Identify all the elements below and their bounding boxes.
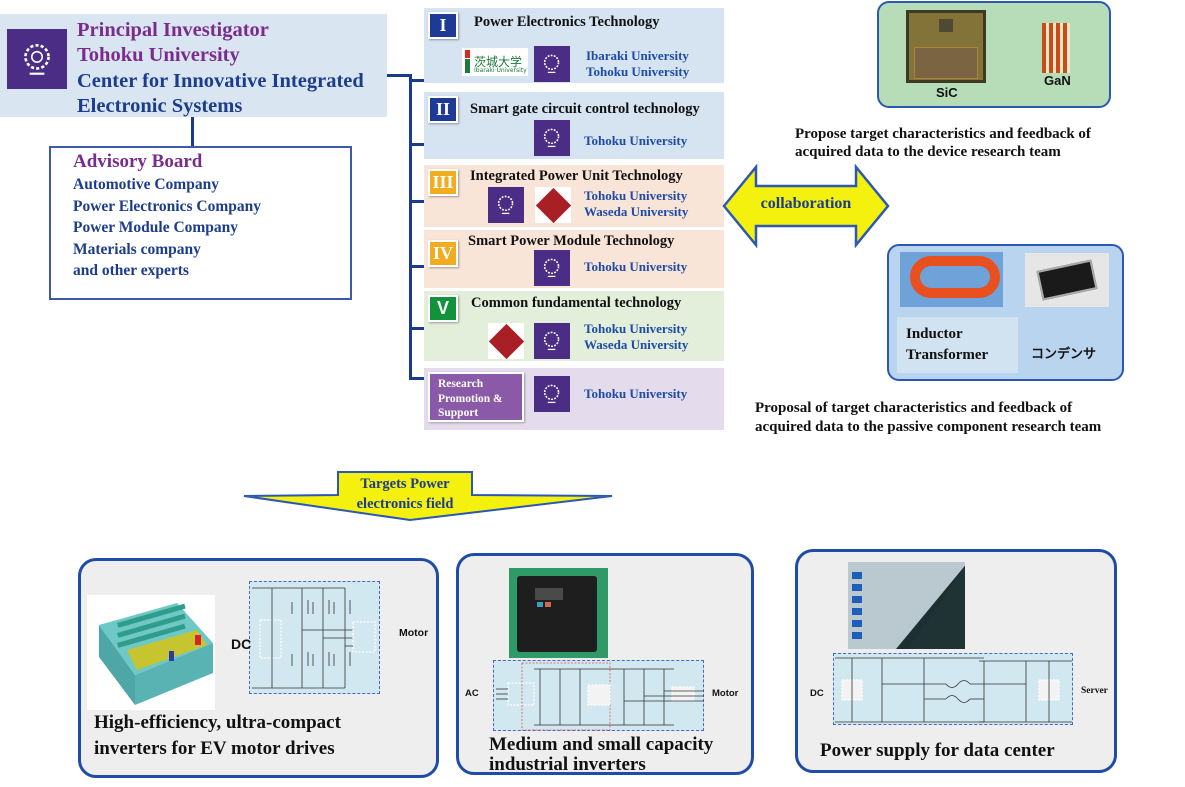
pi-center-line2: Electronic Systems [77,95,243,117]
tohoku-university-logo-icon [534,250,570,286]
connector-tree-trunk [409,74,412,380]
university-name: Tohoku University [584,321,688,336]
tohoku-university-logo-icon [488,187,524,223]
sic-chip-image [906,10,986,83]
industrial-inverter-circuit-diagram [493,660,704,731]
numeral-badge: IV [428,240,458,267]
advisory-member: Materials company [73,241,201,258]
device-caption-line2: acquired data to the device research tea… [795,144,1061,160]
targets-arrow-label: Targets Power electronics field [356,476,454,512]
collaboration-label: collaboration [760,195,852,212]
device-caption-line1: Propose target characteristics and feedb… [795,126,1091,142]
pi-university: Tohoku University [77,44,240,66]
university-name: Tohoku University [584,386,688,401]
connector-branch-2 [409,143,425,146]
advisory-member: and other experts [73,262,189,279]
application-panel-ev: DC Motor High-efficiency, ultra-compact … [78,558,439,778]
ev-inverter-circuit-diagram [249,581,380,694]
circuit-input-label: DC [231,636,252,652]
application-panel-data-center: DC Server Power supply for data center [795,549,1117,773]
capacitor-image [1025,253,1109,307]
data-center-image [848,562,965,649]
numeral-badge: I [428,12,458,39]
university-name: Tohoku University [584,133,688,148]
research-group-2: II Smart gate circuit control technology… [424,92,724,159]
research-group-5: V Common fundamental technology Tohoku U… [424,291,724,361]
capacitor-label: コンデンサ [1031,347,1097,362]
ibaraki-university-logo-icon: 茨城大学 Ibaraki University [462,48,528,76]
tohoku-university-logo-icon [534,46,570,82]
inductor-label: Inductor [906,326,963,342]
gan-chip-image [1042,23,1070,73]
passive-component-team-box: Inductor Transformer コンデンサ [887,244,1124,381]
application-panel-industrial: AC Motor Medium and small capacity indus… [456,553,754,775]
connector-pi-advisory [191,117,194,147]
research-group-1: I Power Electronics Technology 茨城大学 Ibar… [424,8,724,83]
university-name: Waseda University [584,337,689,352]
research-group-title: Smart Power Module Technology [468,233,675,249]
university-name: Tohoku University [584,188,688,203]
advisory-board-box: Advisory Board Automotive Company Power … [49,146,352,300]
connector-branch-5 [409,327,425,330]
waseda-university-logo-icon [488,323,524,359]
advisory-member: Power Electronics Company [73,198,261,215]
circuit-input-label: DC [810,688,824,699]
circuit-output-label: Server [1081,686,1108,696]
advisory-board-title: Advisory Board [73,151,203,172]
connector-branch-6 [409,377,425,380]
inductor-image [900,252,1003,307]
application-title-line2: industrial inverters [489,754,646,775]
passive-caption-line2: acquired data to the passive component r… [755,419,1102,435]
numeral-badge: II [428,96,458,123]
connector-branch-3 [409,200,425,203]
research-group-title: Power Electronics Technology [474,14,660,30]
research-group-title: Integrated Power Unit Technology [470,168,683,184]
research-group-title: Smart gate circuit control technology [470,101,700,117]
tohoku-university-logo-icon [534,376,570,412]
connector-branch-4 [409,265,425,268]
advisory-member: Power Module Company [73,219,239,236]
device-label-sic: SiC [936,85,958,100]
connector-pi-tree [387,74,411,77]
university-name: Ibaraki University [586,48,689,63]
university-name: Tohoku University [586,64,690,79]
circuit-output-label: Motor [399,627,429,639]
industrial-inverter-image [509,568,608,658]
ev-inverter-3d-image [87,595,215,710]
research-promotion-badge: Research Promotion & Support [428,372,524,422]
device-team-box: SiC GaN [877,1,1111,108]
research-group-4: IV Smart Power Module Technology Tohoku … [424,230,724,288]
research-group-title: Common fundamental technology [471,295,682,311]
circuit-output-label: Motor [712,688,739,699]
principal-investigator-box: Principal Investigator Tohoku University… [0,14,387,117]
waseda-university-logo-icon [535,187,571,223]
research-group-support: Research Promotion & Support Tohoku Univ… [424,368,724,430]
numeral-badge: III [428,169,458,196]
pi-title: Principal Investigator [77,19,269,41]
device-label-gan: GaN [1044,73,1071,88]
research-group-3: III Integrated Power Unit Technology Toh… [424,165,724,227]
transformer-label: Transformer [906,347,989,363]
data-center-power-circuit-diagram [833,653,1073,725]
university-name: Tohoku University [584,259,688,274]
university-name: Waseda University [584,204,689,219]
connector-branch-1 [409,79,425,82]
tohoku-university-logo-icon [534,120,570,156]
tohoku-university-logo-icon [7,29,67,89]
application-title-line1: High-efficiency, ultra-compact [94,712,341,733]
application-title-line1: Power supply for data center [820,740,1055,761]
application-title-line2: inverters for EV motor drives [94,738,335,759]
application-title-line1: Medium and small capacity [489,734,714,755]
advisory-member: Automotive Company [73,176,219,193]
pi-center-line1: Center for Innovative Integrated [77,70,364,92]
numeral-badge: V [428,295,458,322]
circuit-input-label: AC [465,688,479,699]
passive-caption-line1: Proposal of target characteristics and f… [755,400,1073,416]
tohoku-university-logo-icon [534,323,570,359]
